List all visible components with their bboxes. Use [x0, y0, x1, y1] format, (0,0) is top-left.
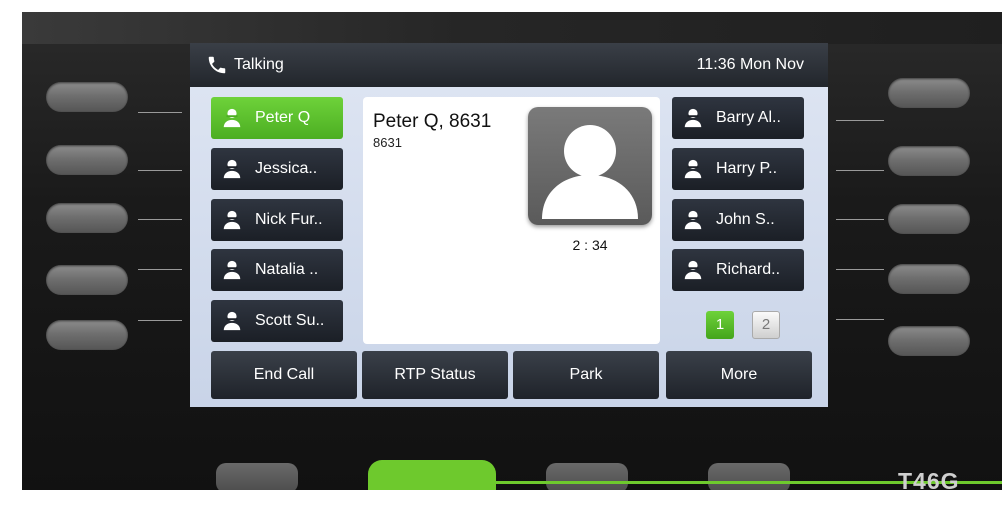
rtp-status-button[interactable]: RTP Status	[362, 351, 508, 399]
contact-key-peter-q[interactable]: Peter Q	[211, 97, 343, 139]
contact-label: Scott Su..	[255, 312, 325, 329]
person-icon	[684, 108, 702, 128]
end-call-button[interactable]: End Call	[211, 351, 357, 399]
line-key-left-1[interactable]	[46, 82, 128, 112]
person-icon	[684, 260, 702, 280]
contact-label: Peter Q	[255, 109, 311, 126]
page-1-button[interactable]: 1	[706, 311, 734, 339]
contact-label: Barry Al..	[716, 109, 781, 126]
phone-screen: Talking 11:36 Mon Nov Peter Q Jessica.. …	[190, 43, 828, 407]
line-key-left-3[interactable]	[46, 203, 128, 233]
hard-softkey-3[interactable]	[546, 463, 628, 493]
line-key-connector	[836, 269, 884, 270]
line-key-right-5[interactable]	[888, 326, 970, 356]
line-key-connector	[138, 170, 182, 171]
person-icon	[223, 159, 241, 179]
status-bar: Talking 11:36 Mon Nov	[190, 43, 828, 87]
contact-key-harry[interactable]: Harry P..	[672, 148, 804, 190]
person-icon	[223, 108, 241, 128]
line-key-connector	[138, 269, 182, 270]
call-status-label: Talking	[234, 56, 284, 73]
line-key-right-4[interactable]	[888, 264, 970, 294]
line-key-connector	[138, 320, 182, 321]
contact-key-john[interactable]: John S..	[672, 199, 804, 241]
line-key-right-2[interactable]	[888, 146, 970, 176]
caller-number: 8631	[373, 135, 402, 150]
avatar-placeholder-icon	[542, 125, 638, 219]
image-border-top	[0, 0, 1002, 12]
person-icon	[223, 260, 241, 280]
contact-label: Harry P..	[716, 160, 778, 177]
line-key-left-5[interactable]	[46, 320, 128, 350]
more-button[interactable]: More	[666, 351, 812, 399]
clock-label: 11:36 Mon Nov	[696, 56, 804, 73]
contact-key-scott[interactable]: Scott Su..	[211, 300, 343, 342]
line-key-connector	[836, 120, 884, 121]
caller-name: Peter Q, 8631	[373, 111, 492, 132]
image-border-left	[0, 0, 22, 516]
hard-softkey-4[interactable]	[708, 463, 790, 493]
person-icon	[223, 311, 241, 331]
person-icon	[223, 210, 241, 230]
park-button[interactable]: Park	[513, 351, 659, 399]
contact-label: John S..	[716, 211, 775, 228]
contact-key-nick[interactable]: Nick Fur..	[211, 199, 343, 241]
contact-key-natalia[interactable]: Natalia ..	[211, 249, 343, 291]
phone-top-edge	[22, 12, 1002, 44]
line-key-right-1[interactable]	[888, 78, 970, 108]
page-2-button[interactable]: 2	[752, 311, 780, 339]
line-key-connector	[836, 219, 884, 220]
line-key-right-3[interactable]	[888, 204, 970, 234]
line-key-connector	[836, 319, 884, 320]
line-key-left-4[interactable]	[46, 265, 128, 295]
contact-label: Natalia ..	[255, 261, 319, 278]
line-key-connector	[836, 170, 884, 171]
person-icon	[684, 210, 702, 230]
line-key-left-2[interactable]	[46, 145, 128, 175]
hard-softkey-1[interactable]	[216, 463, 298, 493]
contact-key-barry[interactable]: Barry Al..	[672, 97, 804, 139]
contact-key-richard[interactable]: Richard..	[672, 249, 804, 291]
contact-label: Jessica..	[255, 160, 318, 177]
avatar	[528, 107, 652, 225]
image-border-bottom	[0, 490, 1002, 516]
phone-handset-icon	[208, 56, 226, 74]
line-key-connector	[138, 219, 182, 220]
line-key-connector	[138, 112, 182, 113]
contact-label: Nick Fur..	[255, 211, 323, 228]
person-icon	[684, 159, 702, 179]
contact-label: Richard..	[716, 261, 781, 278]
call-duration: 2 : 34	[572, 237, 608, 253]
active-call-panel: Peter Q, 8631 8631 2 : 34	[363, 97, 660, 344]
contact-key-jessica[interactable]: Jessica..	[211, 148, 343, 190]
